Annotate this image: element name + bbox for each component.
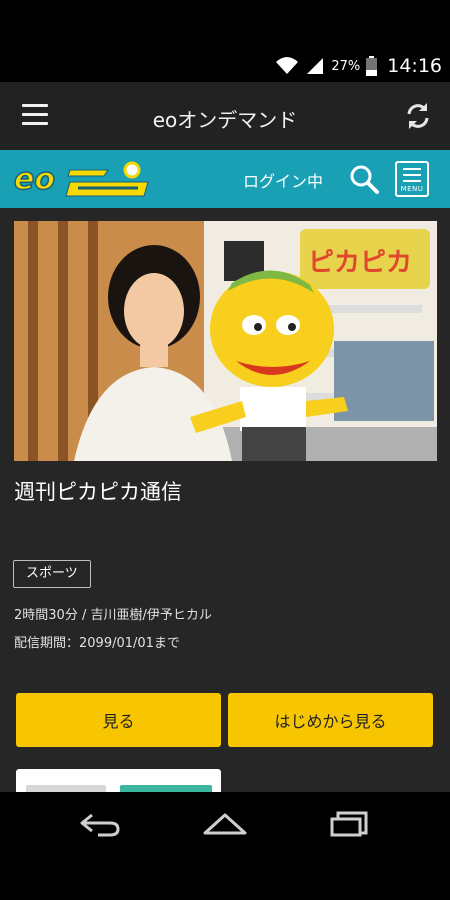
app-title: eoオンデマンド: [152, 108, 298, 132]
card-accent-badge: [120, 785, 212, 792]
delivery-period: 配信期間：2099/01/01まで: [14, 636, 180, 651]
eo-ondemand-logo[interactable]: eo: [12, 158, 152, 200]
genre-tag[interactable]: スポーツ: [13, 560, 91, 588]
system-nav-bar: [0, 792, 450, 900]
home-icon: [203, 813, 247, 835]
search-icon: [350, 165, 379, 194]
refresh-button[interactable]: [400, 98, 436, 134]
clock: 14:16: [387, 55, 442, 77]
battery-percent: 27%: [331, 58, 361, 74]
related-card[interactable]: [16, 769, 221, 792]
menu-button[interactable]: MENU: [395, 161, 429, 197]
recent-apps-button[interactable]: [320, 808, 380, 840]
card-text-placeholder: [26, 785, 106, 792]
menu-icon: [403, 168, 421, 186]
wifi-icon: [276, 57, 299, 74]
program-detail: ピカピカ 週刊ピカピカ通信 スポーツ 2時間30分 / 吉川亜樹/伊予ヒカル 配…: [0, 208, 450, 792]
battery-icon: [366, 56, 378, 76]
refresh-icon: [407, 103, 429, 129]
back-icon: [80, 813, 120, 837]
menu-label: MENU: [400, 185, 424, 193]
status-indicators: 27% 14:16: [275, 52, 442, 80]
status-bar: 27% 14:16: [0, 0, 450, 82]
back-button[interactable]: [70, 808, 130, 840]
recent-apps-icon: [330, 811, 368, 837]
search-button[interactable]: [347, 162, 381, 196]
home-button[interactable]: [195, 808, 255, 840]
brand-bar: eo ログイン中 MENU: [0, 150, 450, 208]
program-thumbnail[interactable]: ピカピカ: [14, 221, 437, 461]
login-status[interactable]: ログイン中: [243, 168, 323, 192]
signal-icon: [307, 58, 324, 74]
watch-from-start-button[interactable]: はじめから見る: [228, 693, 433, 747]
app-bar: eoオンデマンド: [0, 82, 450, 150]
duration-cast: 2時間30分 / 吉川亜樹/伊予ヒカル: [14, 608, 212, 623]
program-title: 週刊ピカピカ通信: [14, 480, 182, 504]
watch-button[interactable]: 見る: [16, 693, 221, 747]
thumbnail-logo-text: ピカピカ: [308, 248, 412, 278]
logo-eo-text: eo: [14, 162, 55, 197]
